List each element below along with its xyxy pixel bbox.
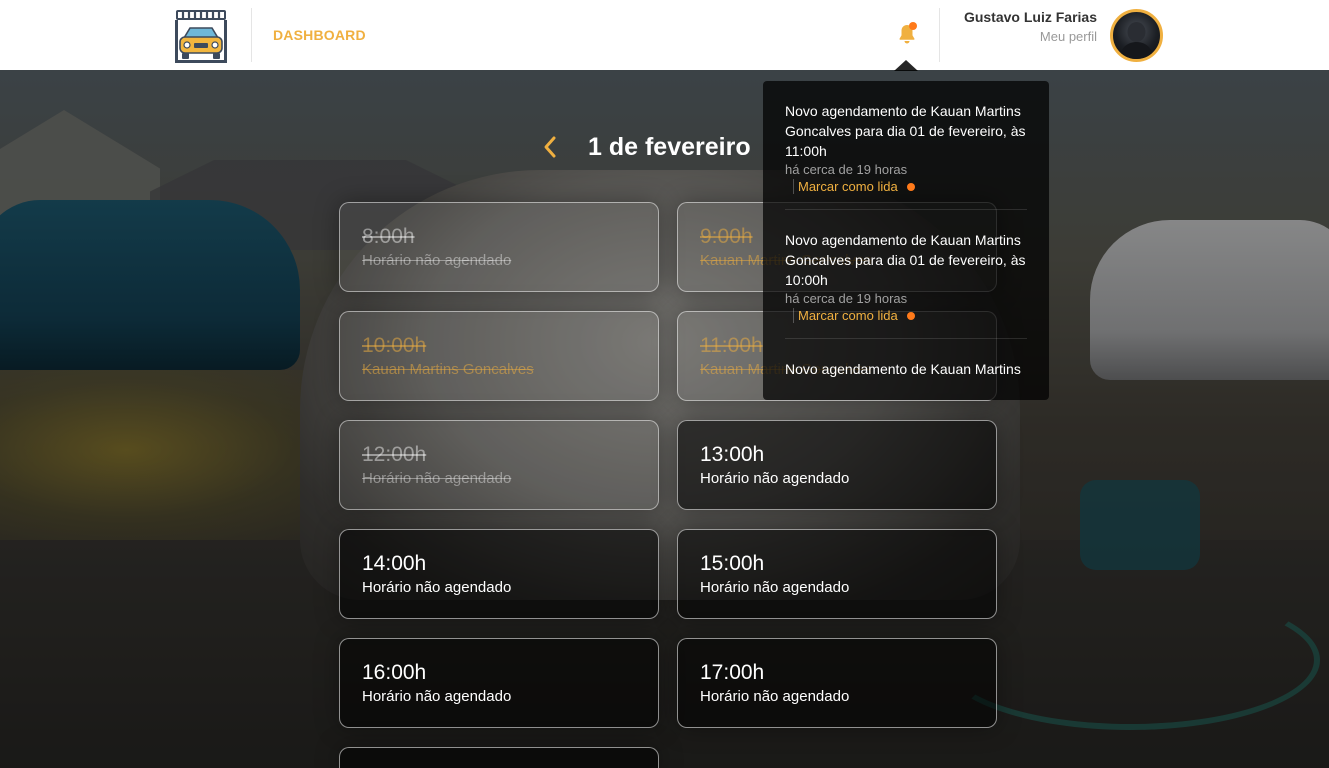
slot-status: Horário não agendado [700, 470, 850, 487]
chevron-left-icon[interactable] [540, 132, 568, 162]
notification-text: Novo agendamento de Kauan Martins Goncal… [785, 103, 1026, 159]
car-wash-background-image [0, 70, 1329, 768]
notification-panel-arrow [894, 60, 918, 71]
time-slot-card[interactable]: 17:00h Horário não agendado [677, 638, 997, 728]
nav-dashboard-link[interactable]: DASHBOARD [273, 27, 366, 43]
mark-as-read-label: Marcar como lida [798, 308, 898, 323]
slot-status: Horário não agendado [362, 252, 512, 269]
time-slot-card[interactable]: 16:00h Horário não agendado [339, 638, 659, 728]
time-slot-card[interactable]: 8:00h Horário não agendado [339, 202, 659, 292]
notification-time: há cerca de 19 horas [785, 162, 908, 177]
slot-time: 12:00h [362, 443, 427, 466]
notification-panel: Novo agendamento de Kauan Martins Goncal… [763, 81, 1049, 400]
slot-time: 8:00h [362, 225, 415, 248]
notification-text: Novo agendamento de Kauan Martins [785, 361, 1021, 377]
slot-status: Horário não agendado [362, 688, 512, 705]
slot-time: 13:00h [700, 443, 765, 466]
time-slot-card[interactable]: 10:00h Kauan Martins Goncalves [339, 311, 659, 401]
unread-dot [906, 311, 915, 320]
time-slot-card[interactable]: 13:00h Horário não agendado [677, 420, 997, 510]
slot-status: Kauan Martins Goncalves [362, 361, 534, 378]
slot-time: 16:00h [362, 661, 427, 684]
slot-status: Horário não agendado [362, 579, 512, 596]
unread-dot [906, 182, 915, 191]
slot-time: 14:00h [362, 552, 427, 575]
slot-status: Horário não agendado [700, 688, 850, 705]
header-divider [251, 8, 252, 62]
notification-item[interactable]: Novo agendamento de Kauan Martins [785, 339, 1027, 400]
time-slot-card[interactable] [339, 747, 659, 768]
notification-time: há cerca de 19 horas [785, 291, 908, 306]
slot-time: 15:00h [700, 552, 765, 575]
time-slot-card[interactable]: 15:00h Horário não agendado [677, 529, 997, 619]
notification-item[interactable]: Novo agendamento de Kauan Martins Goncal… [785, 210, 1027, 339]
date-title: 1 de fevereiro [588, 132, 751, 161]
car-wash-logo-icon[interactable] [172, 8, 230, 64]
slot-time: 10:00h [362, 334, 427, 357]
header-divider [939, 8, 940, 62]
mark-as-read-button[interactable]: Marcar como lida [793, 308, 915, 323]
user-name: Gustavo Luiz Farias [963, 9, 1097, 25]
notification-text: Novo agendamento de Kauan Martins Goncal… [785, 232, 1026, 288]
slot-status: Horário não agendado [362, 470, 512, 487]
notification-badge [909, 22, 917, 30]
avatar[interactable] [1110, 9, 1163, 62]
mark-as-read-label: Marcar como lida [798, 179, 898, 194]
time-slot-card[interactable]: 14:00h Horário não agendado [339, 529, 659, 619]
mark-as-read-button[interactable]: Marcar como lida [793, 179, 915, 194]
time-slot-card[interactable]: 12:00h Horário não agendado [339, 420, 659, 510]
date-navigation: 1 de fevereiro [540, 130, 751, 164]
background-overlay [0, 70, 1329, 768]
notification-item[interactable]: Novo agendamento de Kauan Martins Goncal… [785, 81, 1027, 210]
slot-time: 17:00h [700, 661, 765, 684]
slot-status: Horário não agendado [700, 579, 850, 596]
top-header: DASHBOARD Gustavo Luiz Farias Meu perfil [0, 0, 1329, 70]
profile-link[interactable]: Meu perfil [1040, 29, 1097, 44]
